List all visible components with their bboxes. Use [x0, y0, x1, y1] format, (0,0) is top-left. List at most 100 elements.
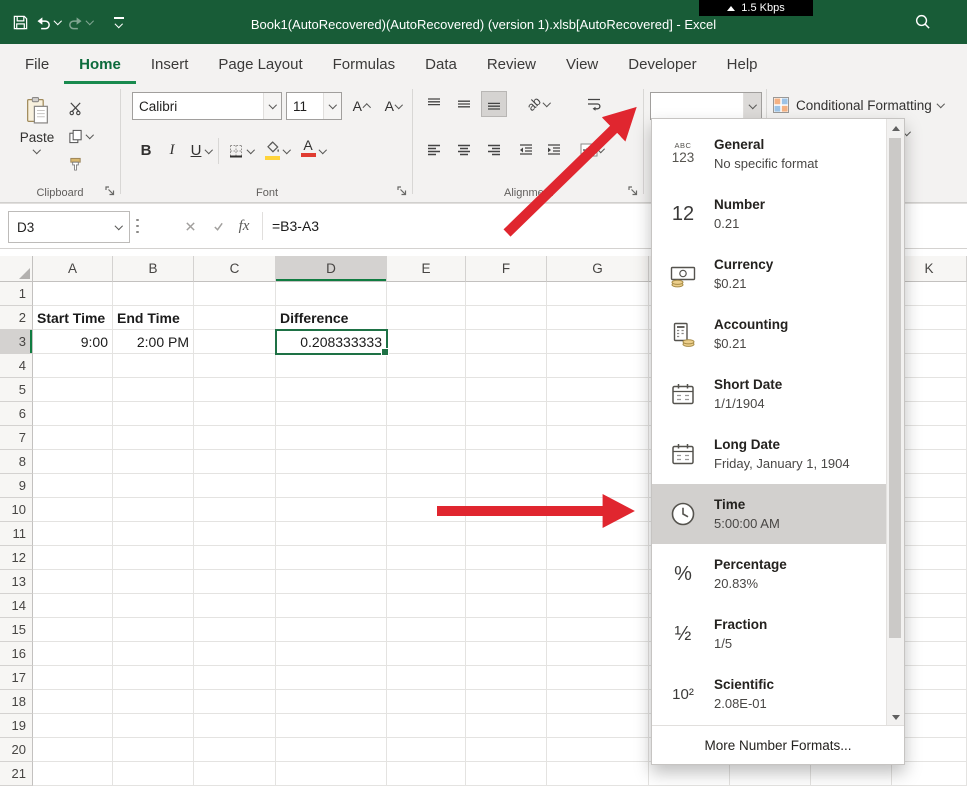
cell-c3[interactable]	[194, 330, 276, 354]
cell-c10[interactable]	[194, 498, 276, 522]
cell-a18[interactable]	[33, 690, 113, 714]
cell-a7[interactable]	[33, 426, 113, 450]
cell-d10[interactable]	[276, 498, 387, 522]
orientation-button[interactable]: ab	[516, 92, 560, 116]
cell-c14[interactable]	[194, 594, 276, 618]
row-header-17[interactable]: 17	[0, 666, 33, 690]
cell-c7[interactable]	[194, 426, 276, 450]
cell-a16[interactable]	[33, 642, 113, 666]
cell-g2[interactable]	[547, 306, 649, 330]
cell-d16[interactable]	[276, 642, 387, 666]
cell-b15[interactable]	[113, 618, 194, 642]
cell-c4[interactable]	[194, 354, 276, 378]
cell-a19[interactable]	[33, 714, 113, 738]
cell-a1[interactable]	[33, 282, 113, 306]
row-header-21[interactable]: 21	[0, 762, 33, 786]
cell-k21[interactable]	[892, 762, 967, 786]
align-left-button[interactable]	[422, 138, 446, 162]
format-option-percentage[interactable]: %Percentage20.83%	[652, 544, 887, 604]
cell-b8[interactable]	[113, 450, 194, 474]
cell-e19[interactable]	[387, 714, 466, 738]
align-right-button[interactable]	[482, 138, 506, 162]
cell-b19[interactable]	[113, 714, 194, 738]
cell-b17[interactable]	[113, 666, 194, 690]
cell-c15[interactable]	[194, 618, 276, 642]
cell-b3[interactable]: 2:00 PM	[113, 330, 194, 354]
clipboard-dialog-launcher[interactable]	[104, 185, 116, 197]
font-color-button[interactable]: A	[296, 139, 320, 157]
cell-b11[interactable]	[113, 522, 194, 546]
more-number-formats-button[interactable]: More Number Formats...	[652, 725, 904, 764]
chevron-down-icon[interactable]	[323, 93, 341, 119]
cell-a8[interactable]	[33, 450, 113, 474]
increase-font-size-button[interactable]: A	[346, 94, 376, 118]
tab-file[interactable]: File	[10, 44, 64, 84]
cell-f15[interactable]	[466, 618, 547, 642]
alignment-dialog-launcher[interactable]	[627, 185, 639, 197]
tab-formulas[interactable]: Formulas	[318, 44, 411, 84]
cut-button[interactable]	[64, 96, 110, 120]
column-header-a[interactable]: A	[33, 256, 113, 282]
cell-a13[interactable]	[33, 570, 113, 594]
cell-c1[interactable]	[194, 282, 276, 306]
row-header-12[interactable]: 12	[0, 546, 33, 570]
cell-e2[interactable]	[387, 306, 466, 330]
cell-f9[interactable]	[466, 474, 547, 498]
cell-f4[interactable]	[466, 354, 547, 378]
cell-g9[interactable]	[547, 474, 649, 498]
tab-insert[interactable]: Insert	[136, 44, 204, 84]
cell-d15[interactable]	[276, 618, 387, 642]
cell-b13[interactable]	[113, 570, 194, 594]
cell-d6[interactable]	[276, 402, 387, 426]
cell-c11[interactable]	[194, 522, 276, 546]
cell-a6[interactable]	[33, 402, 113, 426]
row-header-10[interactable]: 10	[0, 498, 33, 522]
cell-a2[interactable]: Start Time	[33, 306, 113, 330]
cell-g5[interactable]	[547, 378, 649, 402]
fill-color-button[interactable]	[260, 140, 284, 160]
cell-b20[interactable]	[113, 738, 194, 762]
decrease-indent-button[interactable]	[514, 138, 538, 162]
cell-a9[interactable]	[33, 474, 113, 498]
cell-g1[interactable]	[547, 282, 649, 306]
cell-g15[interactable]	[547, 618, 649, 642]
cell-d20[interactable]	[276, 738, 387, 762]
cell-e20[interactable]	[387, 738, 466, 762]
decrease-font-size-button[interactable]: A	[378, 94, 408, 118]
cell-c20[interactable]	[194, 738, 276, 762]
cell-d17[interactable]	[276, 666, 387, 690]
cell-g18[interactable]	[547, 690, 649, 714]
cell-f13[interactable]	[466, 570, 547, 594]
paste-button[interactable]: Paste	[14, 92, 60, 188]
row-header-2[interactable]: 2	[0, 306, 33, 330]
row-header-11[interactable]: 11	[0, 522, 33, 546]
cancel-button[interactable]	[178, 214, 202, 238]
cell-a15[interactable]	[33, 618, 113, 642]
cell-a20[interactable]	[33, 738, 113, 762]
cell-f21[interactable]	[466, 762, 547, 786]
cell-e9[interactable]	[387, 474, 466, 498]
row-header-13[interactable]: 13	[0, 570, 33, 594]
align-center-button[interactable]	[452, 138, 476, 162]
increase-indent-button[interactable]	[542, 138, 566, 162]
cell-d18[interactable]	[276, 690, 387, 714]
conditional-formatting-button[interactable]: Conditional Formatting	[772, 96, 943, 114]
cell-a11[interactable]	[33, 522, 113, 546]
borders-dropdown-icon[interactable]	[247, 146, 255, 154]
copy-button[interactable]	[64, 124, 110, 148]
scrollbar-up-button[interactable]	[887, 120, 904, 136]
cell-h21[interactable]	[649, 762, 730, 786]
cell-b4[interactable]	[113, 354, 194, 378]
format-option-long-date[interactable]: Long DateFriday, January 1, 1904	[652, 424, 887, 484]
cell-b16[interactable]	[113, 642, 194, 666]
cell-f12[interactable]	[466, 546, 547, 570]
cell-g13[interactable]	[547, 570, 649, 594]
number-format-select[interactable]	[650, 92, 762, 120]
cell-e17[interactable]	[387, 666, 466, 690]
format-option-number[interactable]: 12Number0.21	[652, 184, 887, 244]
cell-d13[interactable]	[276, 570, 387, 594]
cell-a10[interactable]	[33, 498, 113, 522]
cell-e3[interactable]	[387, 330, 466, 354]
cell-d2[interactable]: Difference	[276, 306, 387, 330]
cell-f20[interactable]	[466, 738, 547, 762]
